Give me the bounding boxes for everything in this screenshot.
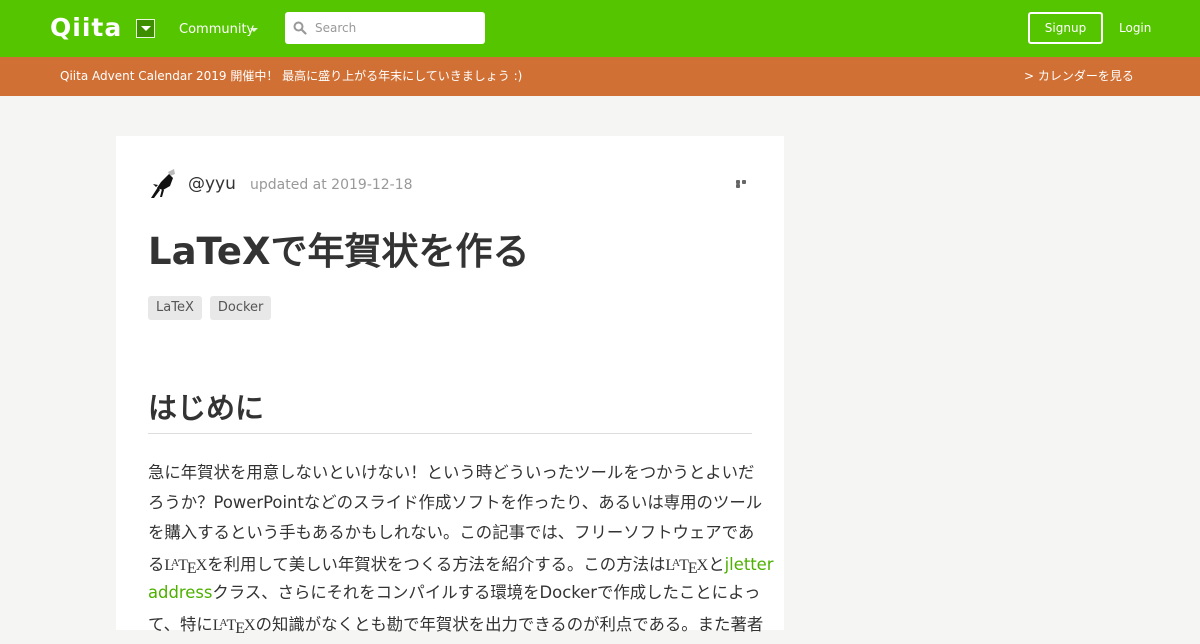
login-link[interactable]: Login <box>1119 19 1151 37</box>
top-navbar: Qiita Community Signup Login <box>0 0 1200 57</box>
paragraph-line: を購入するという手もあるかもしれない。この記事では、フリーソフトウェアであ <box>148 523 755 542</box>
paragraph-line: て、特にLATEXの知識がなくとも勘で年賀状を出力できるのが利点である。また著者 <box>148 608 763 638</box>
search-box <box>285 12 485 44</box>
article-title: LaTeXで年賀状を作る <box>148 230 530 273</box>
tag-list: LaTeX Docker <box>148 296 279 320</box>
chevron-down-icon <box>250 28 258 32</box>
text-segment: と <box>708 555 725 574</box>
paragraph-line: 急に年賀状を用意しないといけない！という時どういったツールをつかうとよいだ <box>148 463 755 482</box>
article-body: 急に年賀状を用意しないといけない！という時どういったツールをつかうとよいだ ろう… <box>148 458 774 638</box>
text-segment: クラス、さらにそれをコンパイルする環境をDockerで作成したことによっ <box>212 583 761 602</box>
text-segment: る <box>148 555 165 574</box>
paragraph-line: るLATEXを利用して美しい年賀状をつくる方法を紹介する。この方法はLATEXと… <box>148 548 774 578</box>
logo-dropdown-button[interactable] <box>136 19 155 38</box>
latex-logo: LATEX <box>212 617 256 637</box>
heading-divider <box>148 433 752 434</box>
text-segment: て、特に <box>148 615 213 634</box>
jletter-address-link[interactable]: address <box>148 583 212 602</box>
signup-button[interactable]: Signup <box>1028 12 1103 44</box>
section-heading: はじめに <box>148 391 265 425</box>
text-segment: の知識がなくとも勘で年賀状を出力できるのが利点である。また著者 <box>255 615 764 634</box>
text-segment: を利用して美しい年賀状をつくる方法を紹介する。この方法は <box>207 555 666 574</box>
caret-down-icon <box>141 26 151 31</box>
author-name[interactable]: @yyu <box>188 173 236 195</box>
paragraph-line: addressクラス、さらにそれをコンパイルする環境をDockerで作成したこと… <box>148 578 760 608</box>
avatar[interactable] <box>148 168 178 200</box>
jletter-link[interactable]: jletter <box>725 555 774 574</box>
latex-logo: LATEX <box>164 557 208 577</box>
search-input[interactable] <box>315 18 475 38</box>
banner-calendar-link[interactable]: > カレンダーを見る <box>1024 68 1134 85</box>
more-options-icon[interactable] <box>736 180 752 188</box>
paragraph-line: ろうか？PowerPointなどのスライド作成ソフトを作ったり、あるいは専用のツ… <box>148 493 763 512</box>
search-icon <box>293 21 307 35</box>
tag-latex[interactable]: LaTeX <box>148 296 202 320</box>
qiita-logo[interactable]: Qiita <box>50 13 122 43</box>
updated-date: updated at 2019-12-18 <box>250 177 413 193</box>
advent-calendar-banner: Qiita Advent Calendar 2019 開催中！ 最高に盛り上がる… <box>0 57 1200 96</box>
banner-message: Qiita Advent Calendar 2019 開催中！ 最高に盛り上がる… <box>60 69 523 83</box>
article-card: @yyu updated at 2019-12-18 LaTeXで年賀状を作る … <box>116 136 784 637</box>
tag-docker[interactable]: Docker <box>209 296 272 320</box>
community-menu[interactable]: Community <box>179 21 254 39</box>
latex-logo: LATEX <box>665 557 709 577</box>
